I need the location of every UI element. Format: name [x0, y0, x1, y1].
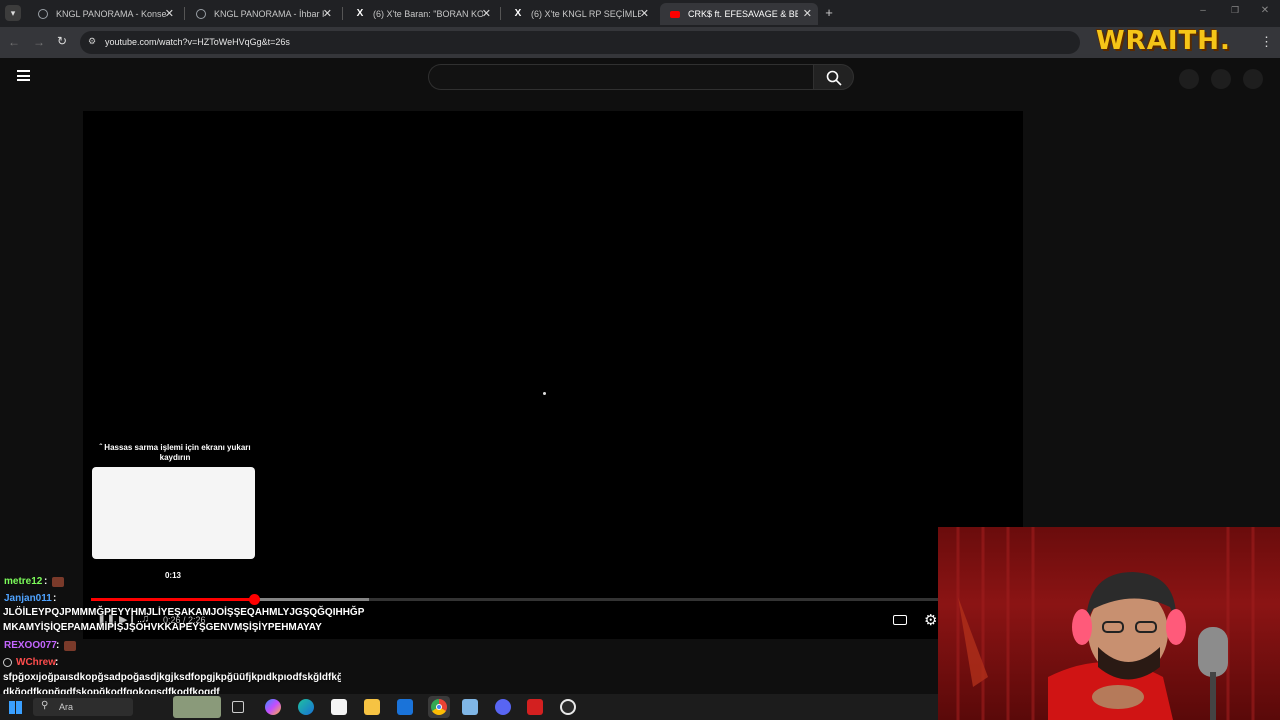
- youtube-icon: [670, 10, 680, 18]
- tab-title: (6) X'te Baran: "BORAN KOREL: [373, 9, 483, 19]
- chevron-up-icon: ˆ: [99, 443, 103, 452]
- globe-icon: [196, 9, 206, 19]
- chat-separator: :: [55, 657, 59, 668]
- tab-title: KNGL PANORAMA - Konsey Ad: [56, 9, 166, 19]
- webcam-scene: [956, 527, 1255, 720]
- start-button[interactable]: [9, 701, 22, 714]
- chat-username: metre12: [4, 576, 43, 587]
- store-icon[interactable]: [331, 699, 347, 715]
- close-icon[interactable]: ✕: [482, 7, 491, 20]
- chrome-icon[interactable]: [428, 696, 450, 718]
- close-icon[interactable]: ✕: [640, 7, 649, 20]
- task-view-icon[interactable]: [232, 701, 244, 713]
- search-placeholder: Ara: [59, 702, 74, 712]
- browser-tab[interactable]: X (6) X'te KNGL RP SEÇİMLERİ: " ✕: [503, 3, 655, 25]
- chat-separator: :: [53, 593, 57, 604]
- chat-username: REXOO077: [4, 640, 57, 651]
- mail-icon[interactable]: [397, 699, 413, 715]
- browser-tab[interactable]: X (6) X'te Baran: "BORAN KOREL ✕: [345, 3, 497, 25]
- logo-text: WRAITH.: [1096, 26, 1231, 56]
- seek-preview-thumbnail: [92, 467, 255, 559]
- browser-toolbar: ← → ↻ ⚙ youtube.com/watch?v=HZToWeHVqGg&…: [0, 25, 1280, 62]
- x-logo-icon: X: [514, 8, 522, 19]
- badge-icon: [3, 658, 12, 667]
- progress-played: [91, 598, 254, 601]
- webcam-overlay: [938, 527, 1280, 720]
- taskbar-search[interactable]: ⚲ Ara: [33, 698, 133, 716]
- url-text: youtube.com/watch?v=HZToWeHVqGg&t=26s: [105, 37, 290, 47]
- tab-title: CRK$ ft. EFESAVAGE & BEGE - İ: [688, 9, 798, 19]
- edge-icon[interactable]: [298, 699, 314, 715]
- chat-separator: :: [44, 576, 48, 587]
- notepad-icon[interactable]: [462, 699, 478, 715]
- address-bar[interactable]: ⚙ youtube.com/watch?v=HZToWeHVqGg&t=26s: [80, 31, 1080, 54]
- settings-icon[interactable]: ⚙: [924, 611, 937, 629]
- browser-tab[interactable]: KNGL PANORAMA - İhbar Hattı ✕: [186, 3, 338, 25]
- seek-preview-time: 0:13: [164, 571, 181, 580]
- browser-menu-icon[interactable]: ⋮: [1260, 34, 1273, 50]
- create-icon[interactable]: [1179, 69, 1199, 89]
- chat-username: Janjan011: [4, 593, 52, 604]
- search-highlight-image: [173, 696, 221, 718]
- avatar[interactable]: [1243, 69, 1263, 89]
- close-icon[interactable]: ✕: [323, 7, 332, 20]
- copilot-icon[interactable]: [265, 699, 281, 715]
- notifications-icon[interactable]: [1211, 69, 1231, 89]
- site-info-icon[interactable]: ⚙: [88, 36, 96, 47]
- chat-emote: [64, 641, 76, 651]
- hamburger-menu-icon[interactable]: [17, 70, 30, 81]
- streaming-app-icon[interactable]: [560, 699, 576, 715]
- file-explorer-icon[interactable]: [364, 699, 380, 715]
- tab-title: KNGL PANORAMA - İhbar Hattı: [214, 9, 324, 19]
- window-maximize-button[interactable]: ❐: [1228, 5, 1242, 19]
- close-icon[interactable]: ✕: [165, 7, 174, 20]
- browser-tab-active[interactable]: CRK$ ft. EFESAVAGE & BEGE - İ ✕: [660, 3, 818, 25]
- back-button[interactable]: ←: [8, 35, 20, 49]
- seek-hint-text: Hassas sarma işlemi için ekranı yukarı k…: [104, 443, 251, 462]
- discord-icon[interactable]: [495, 699, 511, 715]
- progress-bar[interactable]: [91, 594, 1016, 605]
- reload-button[interactable]: ↻: [57, 34, 67, 48]
- video-player[interactable]: ˆ Hassas sarma işlemi için ekranı yukarı…: [83, 111, 1023, 639]
- chat-username: WChrew: [16, 657, 56, 668]
- video-editor-icon[interactable]: [527, 699, 543, 715]
- seek-hint: ˆ Hassas sarma işlemi için ekranı yukarı…: [95, 443, 255, 463]
- browser-tab-strip: ▾ KNGL PANORAMA - Konsey Ad ✕ KNGL PANOR…: [0, 0, 1280, 27]
- chat-message: JLÖİLEYPQJPMMMĞPEYYHMJLİYEŞAKAMJOİŞŞEQAH…: [3, 607, 365, 633]
- globe-icon: [38, 9, 48, 19]
- forward-button[interactable]: →: [33, 35, 45, 49]
- chat-separator: :: [56, 640, 60, 651]
- subtitles-icon[interactable]: [893, 615, 907, 625]
- windows-taskbar: ⚲ Ara: [0, 694, 938, 720]
- search-icon: ⚲: [41, 700, 49, 711]
- search-input[interactable]: [428, 64, 814, 90]
- new-tab-button[interactable]: +: [822, 6, 836, 20]
- window-close-button[interactable]: ✕: [1258, 5, 1272, 19]
- progress-scrubber[interactable]: [249, 594, 260, 605]
- tab-search-button[interactable]: ▾: [5, 5, 21, 21]
- chat-emote: [52, 577, 64, 587]
- overlay-logo: WRAITH.: [1084, 25, 1244, 62]
- search-icon: [826, 70, 842, 86]
- window-minimize-button[interactable]: –: [1196, 5, 1210, 19]
- close-icon[interactable]: ✕: [803, 7, 812, 20]
- tab-title: (6) X'te KNGL RP SEÇİMLERİ: ": [531, 9, 641, 19]
- browser-tab[interactable]: KNGL PANORAMA - Konsey Ad ✕: [28, 3, 180, 25]
- x-logo-icon: X: [356, 8, 364, 19]
- search-button[interactable]: [813, 64, 854, 90]
- loading-indicator: [543, 392, 546, 395]
